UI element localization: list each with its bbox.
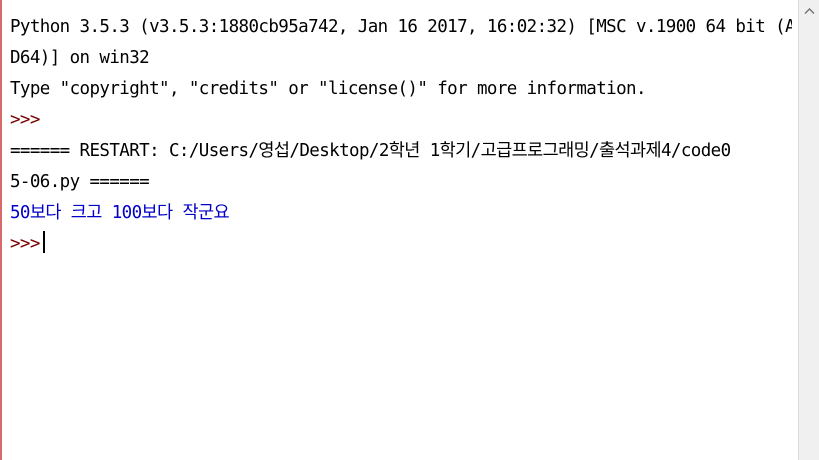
window-left-border	[0, 0, 2, 460]
shell-prompt-2[interactable]: >>>	[10, 229, 792, 260]
banner-line-3: Type "copyright", "credits" or "license(…	[10, 79, 647, 99]
scrollbar-track[interactable]	[799, 22, 819, 460]
restart-line-1: ====== RESTART: C:/Users/영섭/Desktop/2학년 …	[10, 141, 731, 161]
restart-line-2: 5-06.py ======	[10, 172, 150, 192]
scroll-up-arrow-icon	[804, 8, 815, 14]
text-cursor	[42, 231, 45, 253]
banner-line-2: D64)] on win32	[10, 48, 150, 68]
python-shell-text-area[interactable]: Python 3.5.3 (v3.5.3:1880cb95a742, Jan 1…	[10, 12, 792, 452]
shell-prompt-2-text: >>>	[10, 234, 40, 254]
vertical-scrollbar[interactable]	[798, 0, 819, 460]
scroll-up-button[interactable]	[799, 0, 819, 22]
banner-line-1: Python 3.5.3 (v3.5.3:1880cb95a742, Jan 1…	[10, 17, 792, 37]
program-output-line: 50보다 크고 100보다 작군요	[10, 203, 230, 223]
shell-prompt-1: >>>	[10, 110, 40, 130]
